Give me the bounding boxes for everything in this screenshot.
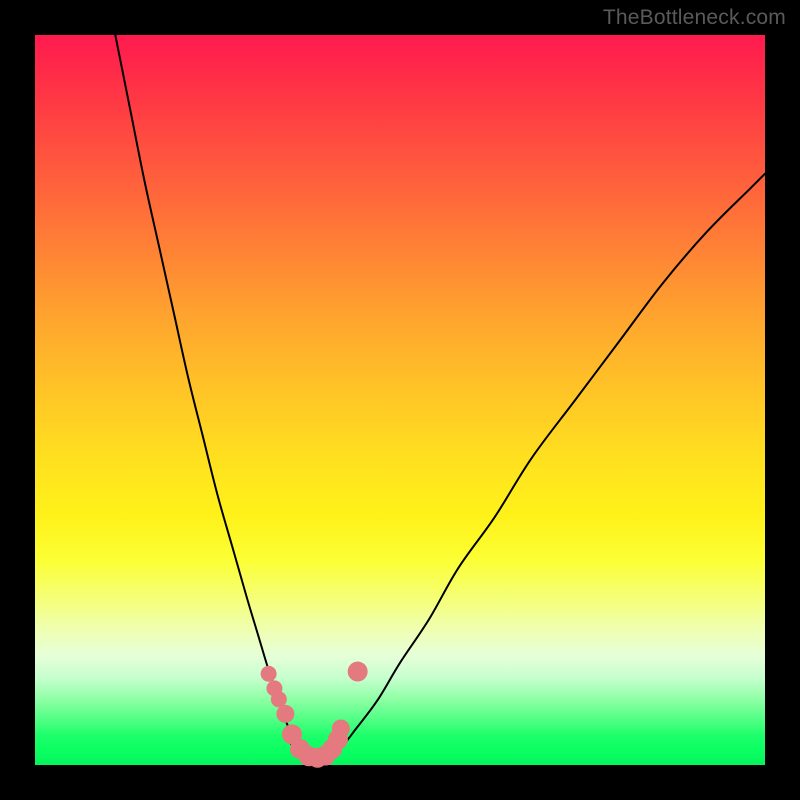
series-right-branch <box>327 174 765 758</box>
marker-point <box>332 720 350 738</box>
marker-layer <box>261 662 368 768</box>
marker-point <box>261 666 277 682</box>
curves-svg <box>35 35 765 765</box>
series-left-branch <box>115 35 305 758</box>
watermark-text: TheBottleneck.com <box>603 6 786 30</box>
curve-layer <box>115 35 765 762</box>
marker-point <box>348 662 368 682</box>
marker-point <box>276 705 294 723</box>
plot-area <box>35 35 765 765</box>
marker-point <box>271 691 287 707</box>
chart-stage: TheBottleneck.com <box>0 0 800 800</box>
